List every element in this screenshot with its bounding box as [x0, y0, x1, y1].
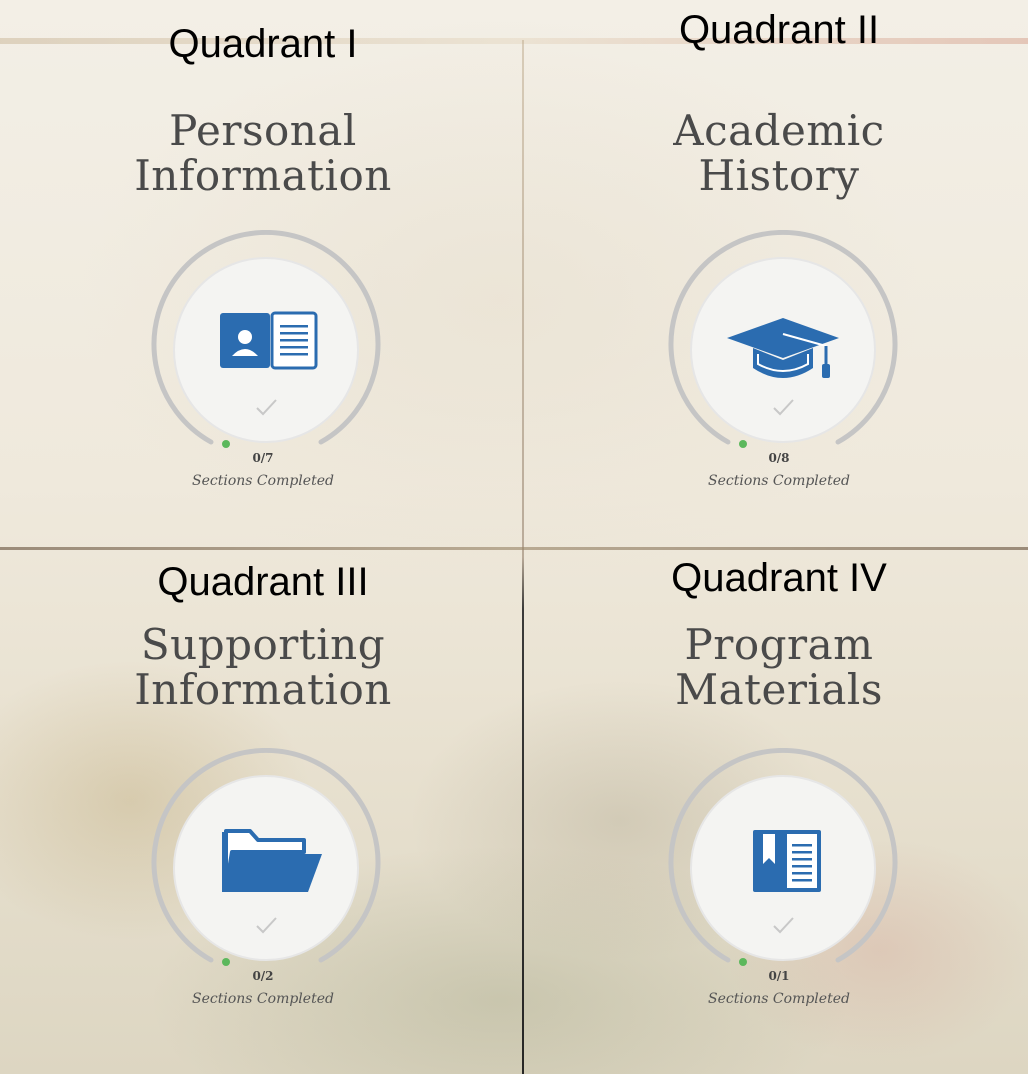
sections-caption: Sections Completed — [708, 991, 850, 1007]
progress-dot — [739, 958, 747, 966]
personal-information-card[interactable]: Quadrant I Personal Information 0/7 Sect… — [8, 0, 518, 500]
sections-count: 0/7 — [252, 451, 274, 465]
section-title-line-1: Personal — [169, 106, 357, 155]
section-title-line-2: Information — [134, 665, 392, 715]
section-title-line-1: Supporting — [140, 620, 386, 669]
program-materials-card[interactable]: Quadrant IV Program Materials 0/1 Sectio… — [524, 548, 1028, 1048]
quadrant-label: Quadrant III — [157, 560, 369, 604]
sections-caption: Sections Completed — [192, 473, 334, 489]
id-card-icon — [220, 311, 318, 370]
section-title: Program Materials — [524, 622, 1028, 713]
progress-dot — [222, 440, 230, 448]
section-title: Supporting Information — [8, 622, 518, 713]
quadrant-label: Quadrant IV — [671, 556, 887, 600]
progress-dot — [739, 440, 747, 448]
progress-ring — [663, 748, 903, 988]
sections-count: 0/8 — [768, 451, 790, 465]
section-title-line-2: History — [698, 151, 860, 201]
sections-caption: Sections Completed — [708, 473, 850, 489]
sections-count: 0/2 — [252, 969, 274, 983]
section-title: Personal Information — [8, 108, 518, 199]
section-title-line-2: Information — [134, 151, 392, 201]
progress-ring — [663, 230, 903, 470]
academic-history-card[interactable]: Quadrant II Academic History 0/8 Section… — [524, 0, 1028, 500]
quadrant-label: Quadrant II — [678, 8, 880, 52]
book-icon — [753, 830, 821, 892]
quadrant-label: Quadrant I — [168, 22, 358, 66]
application-dashboard: Quadrant I Personal Information 0/7 Sect… — [0, 0, 1028, 1074]
section-title-line-2: Materials — [675, 665, 883, 715]
section-title: Academic History — [524, 108, 1028, 199]
section-title-line-1: Program — [684, 620, 874, 669]
supporting-information-card[interactable]: Quadrant III Supporting Information 0/2 … — [8, 548, 518, 1048]
progress-ring — [146, 230, 386, 470]
sections-count: 0/1 — [768, 969, 790, 983]
section-title-line-1: Academic — [673, 106, 885, 155]
progress-dot — [222, 958, 230, 966]
progress-ring — [146, 748, 386, 988]
sections-caption: Sections Completed — [192, 991, 334, 1007]
